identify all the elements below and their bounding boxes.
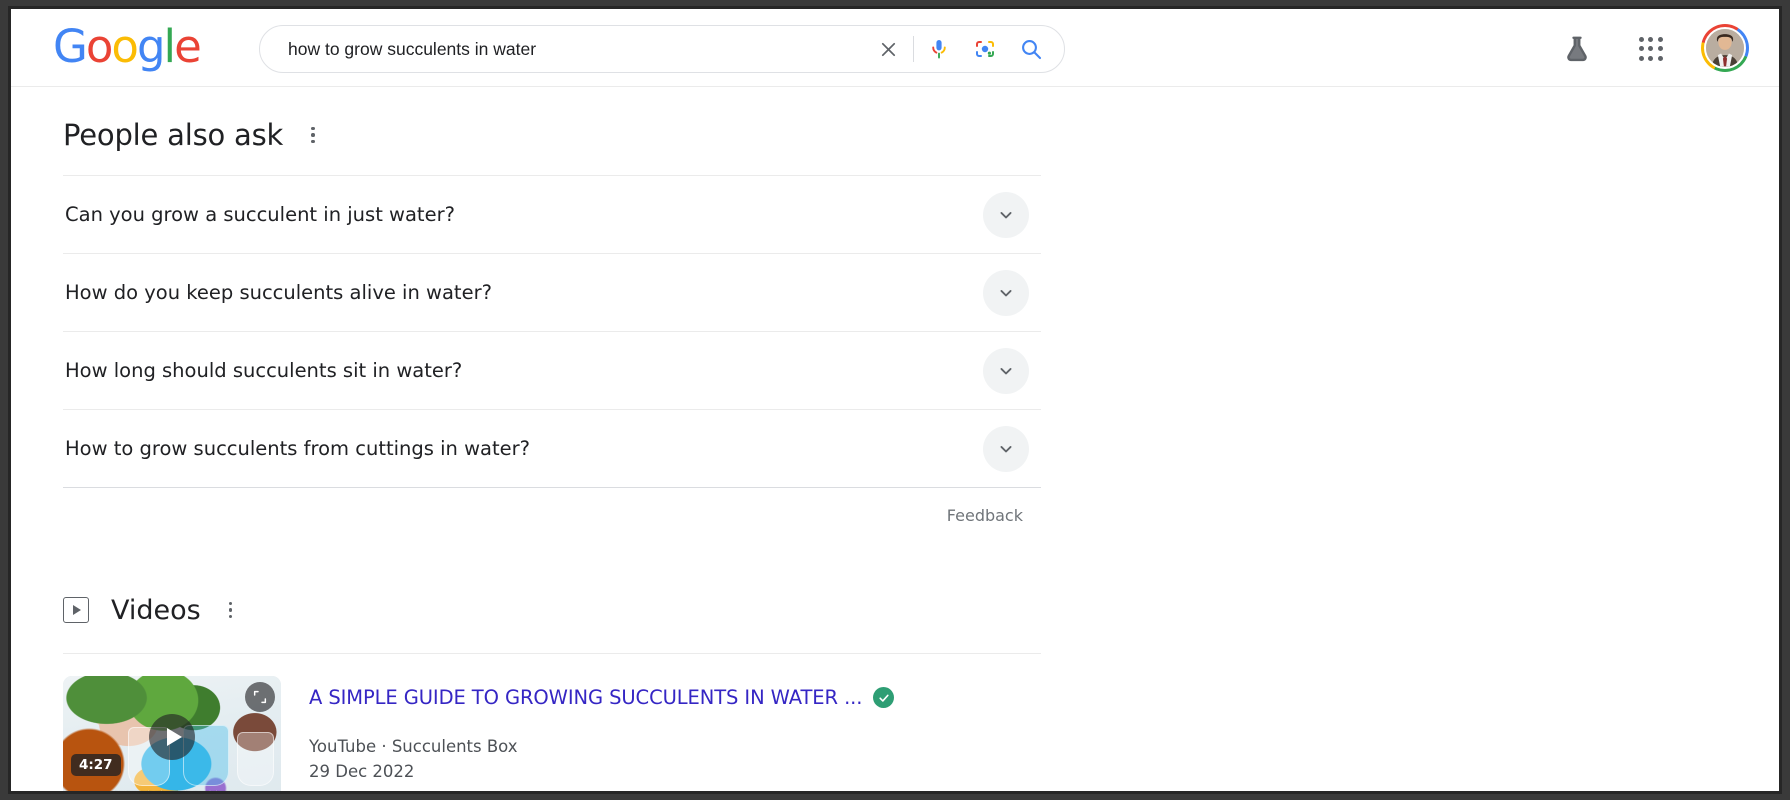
people-also-ask-list: Can you grow a succulent in just water? … bbox=[63, 175, 1041, 525]
results-area: People also ask Can you grow a succulent… bbox=[11, 87, 1779, 794]
microphone-icon[interactable] bbox=[916, 26, 962, 72]
paa-question-label: How long should succulents sit in water? bbox=[65, 359, 463, 382]
search-input[interactable] bbox=[260, 38, 865, 60]
paa-question-label: How to grow succulents from cuttings in … bbox=[65, 437, 531, 460]
paa-question-row[interactable]: How do you keep succulents alive in wate… bbox=[63, 253, 1041, 331]
thumbnail-jar bbox=[237, 732, 275, 786]
close-icon[interactable] bbox=[865, 26, 911, 72]
search-divider bbox=[913, 36, 914, 62]
people-also-ask-header: People also ask bbox=[63, 113, 1043, 157]
chevron-down-icon[interactable] bbox=[983, 269, 1029, 316]
search-header: Google bbox=[11, 9, 1779, 87]
video-title-link[interactable]: A SIMPLE GUIDE TO GROWING SUCCULENTS IN … bbox=[309, 686, 862, 709]
paa-question-label: Can you grow a succulent in just water? bbox=[65, 203, 455, 226]
feedback-link[interactable]: Feedback bbox=[947, 506, 1023, 525]
labs-flask-icon[interactable] bbox=[1557, 29, 1597, 69]
video-source-label: YouTube · Succulents Box bbox=[309, 737, 518, 756]
verified-check-icon bbox=[873, 687, 895, 708]
paa-question-label: How do you keep succulents alive in wate… bbox=[65, 281, 492, 304]
google-lens-icon[interactable] bbox=[962, 26, 1008, 72]
search-box[interactable] bbox=[259, 25, 1065, 73]
chevron-down-icon[interactable] bbox=[983, 347, 1029, 394]
video-date-label: 29 Dec 2022 bbox=[309, 762, 415, 781]
videos-divider bbox=[63, 653, 1041, 654]
paa-footer: Feedback bbox=[63, 487, 1041, 525]
paa-question-row[interactable]: How long should succulents sit in water? bbox=[63, 331, 1041, 409]
video-result-item[interactable]: 4:27 bring forward to the pathogen wheth… bbox=[63, 676, 1043, 794]
avatar-photo bbox=[1704, 27, 1746, 69]
results-column: People also ask Can you grow a succulent… bbox=[63, 113, 1043, 794]
video-info: A SIMPLE GUIDE TO GROWING SUCCULENTS IN … bbox=[309, 676, 895, 791]
paa-question-row[interactable]: How to grow succulents from cuttings in … bbox=[63, 409, 1041, 487]
videos-header: Videos bbox=[63, 587, 1043, 633]
three-dot-menu-icon[interactable] bbox=[303, 121, 323, 150]
videos-section: Videos 4:27 bring forward to the pathoge… bbox=[63, 587, 1043, 794]
three-dot-menu-icon[interactable] bbox=[221, 596, 241, 625]
chevron-down-icon[interactable] bbox=[983, 425, 1029, 472]
expand-icon[interactable] bbox=[245, 682, 275, 712]
play-icon[interactable] bbox=[149, 714, 195, 760]
search-icon[interactable] bbox=[1008, 26, 1054, 72]
chevron-down-icon[interactable] bbox=[983, 191, 1029, 238]
paa-question-row[interactable]: Can you grow a succulent in just water? bbox=[63, 175, 1041, 253]
video-play-badge-icon bbox=[63, 597, 89, 623]
video-duration-badge: 4:27 bbox=[71, 754, 121, 776]
video-thumbnail[interactable]: 4:27 bring forward to the pathogen wheth… bbox=[63, 676, 281, 794]
apps-grid-icon[interactable] bbox=[1633, 31, 1669, 67]
thumbnail-caption: bring forward to the pathogen whether pr… bbox=[113, 790, 231, 794]
videos-title: Videos bbox=[111, 594, 201, 626]
avatar[interactable] bbox=[1701, 24, 1749, 72]
page-title: People also ask bbox=[63, 118, 284, 152]
video-title-row: A SIMPLE GUIDE TO GROWING SUCCULENTS IN … bbox=[309, 686, 895, 709]
google-logo[interactable]: Google bbox=[53, 23, 202, 71]
browser-page: Google how to grow succulents in water P… bbox=[8, 6, 1782, 794]
people-also-ask-section: People also ask Can you grow a succulent… bbox=[63, 113, 1043, 525]
